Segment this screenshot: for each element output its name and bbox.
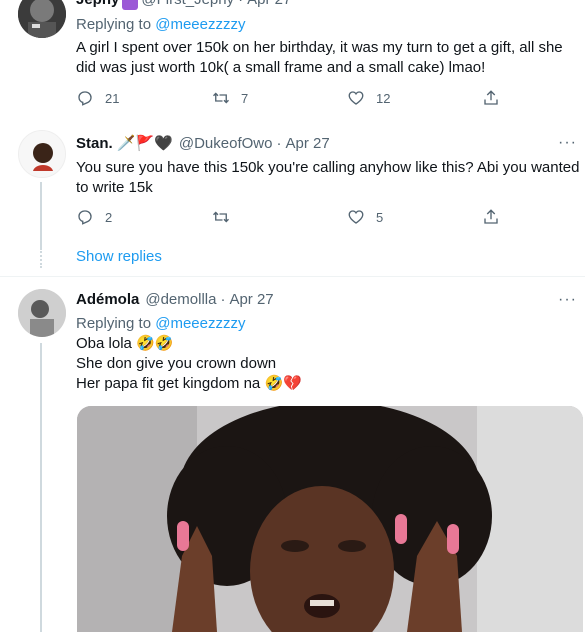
- tweet-text: A girl I spent over 150k on her birthday…: [76, 38, 563, 78]
- tweet-jephy[interactable]: Jephy @First_Jephy · Apr 27 Replying to …: [0, 0, 585, 118]
- reply-count: 2: [105, 209, 113, 225]
- avatar-ademola[interactable]: [18, 289, 66, 337]
- tweet-photo[interactable]: [77, 406, 583, 632]
- separator-dot: ·: [238, 0, 243, 8]
- author-name[interactable]: Jephy: [76, 0, 119, 8]
- separator-dot: ·: [220, 291, 226, 308]
- tweet-text-line: Her papa fit get kingdom na 🤣💔: [76, 375, 302, 392]
- replying-prefix: Replying to: [76, 315, 152, 332]
- tweet-text-line: to write 15k: [76, 179, 153, 196]
- author-handle[interactable]: @First_Jephy: [141, 0, 234, 8]
- reply-icon: [78, 210, 92, 225]
- tweet-date[interactable]: Apr 27: [285, 135, 329, 152]
- avatar-jephy[interactable]: [18, 0, 66, 38]
- more-icon[interactable]: ···: [558, 291, 577, 309]
- badge-icon: [122, 0, 139, 10]
- author-name[interactable]: Adémola: [76, 291, 139, 308]
- replying-to: Replying to @meeezzzzy: [76, 16, 245, 33]
- tweet-text: You sure you have this 150k you're calli…: [76, 158, 579, 198]
- reply-button[interactable]: 2: [76, 208, 112, 226]
- replying-mention-link[interactable]: @meeezzzzy: [155, 315, 245, 332]
- like-count: 12: [376, 90, 391, 106]
- separator-dot: ·: [276, 134, 282, 152]
- retweet-count: 7: [241, 90, 249, 106]
- share-button[interactable]: [482, 208, 511, 226]
- show-replies-link[interactable]: Show replies: [76, 248, 162, 265]
- thread-line: [40, 182, 42, 248]
- like-button[interactable]: 12: [347, 89, 390, 107]
- reply-count: 21: [105, 90, 120, 106]
- tweet-stan[interactable]: Stan. 🗡️🚩🖤 @DukeofOwo · Apr 27 ··· You s…: [0, 118, 585, 248]
- tweet-actions: 2 5: [76, 208, 506, 230]
- thread-line: [40, 343, 42, 632]
- replying-mention-link[interactable]: @meeezzzzy: [155, 16, 245, 33]
- tweet-text: Oba lola 🤣🤣 She don give you crown down …: [76, 334, 302, 394]
- like-button[interactable]: 5: [347, 208, 383, 226]
- tweet-actions: 21 7 12: [76, 89, 506, 111]
- tweet-text-line: Oba lola 🤣🤣: [76, 335, 174, 352]
- tweet-date[interactable]: Apr 27: [247, 0, 291, 8]
- retweet-button[interactable]: 7: [212, 89, 248, 107]
- more-icon[interactable]: ···: [558, 134, 577, 152]
- like-icon: [348, 210, 364, 224]
- tweet-text-line: A girl I spent over 150k on her birthday…: [76, 39, 563, 56]
- like-icon: [348, 91, 364, 105]
- photo-illustration: [77, 406, 583, 632]
- retweet-icon: [213, 92, 229, 104]
- retweet-icon: [213, 211, 229, 223]
- share-icon: [484, 209, 498, 224]
- thread-dots: [40, 248, 42, 268]
- avatar-stan[interactable]: [18, 130, 66, 178]
- author-handle[interactable]: @DukeofOwo: [179, 135, 273, 152]
- like-count: 5: [376, 209, 384, 225]
- tweet-date[interactable]: Apr 27: [229, 291, 273, 308]
- tweet-text-line: She don give you crown down: [76, 355, 277, 372]
- replying-to: Replying to @meeezzzzy: [76, 315, 245, 332]
- tweet-text-line: You sure you have this 150k you're calli…: [76, 159, 580, 176]
- share-icon: [484, 90, 498, 105]
- retweet-button[interactable]: [212, 208, 241, 226]
- replying-prefix: Replying to: [76, 16, 152, 33]
- reply-icon: [78, 91, 92, 106]
- author-name[interactable]: Stan. 🗡️🚩🖤: [76, 134, 173, 152]
- share-button[interactable]: [482, 89, 511, 107]
- tweet-text-line: did was just worth 10k( a small frame an…: [76, 59, 486, 76]
- reply-button[interactable]: 21: [76, 89, 119, 107]
- author-handle[interactable]: @demollla: [145, 291, 216, 308]
